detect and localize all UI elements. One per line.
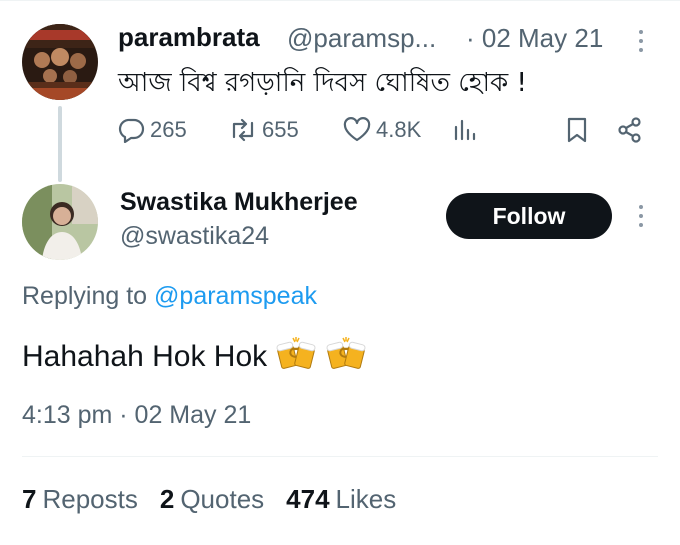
replying-to: Replying to @paramspeak bbox=[22, 282, 317, 311]
more-options-icon[interactable] bbox=[636, 30, 646, 60]
reply-author-name[interactable]: Swastika Mukherjee bbox=[120, 188, 358, 217]
quotes-stat[interactable]: 2 Quotes bbox=[160, 484, 264, 515]
top-divider bbox=[0, 0, 680, 1]
reposts-label: Reposts bbox=[42, 484, 138, 514]
reply-action[interactable]: 265 bbox=[118, 112, 187, 148]
parent-author-handle[interactable]: @paramsp... bbox=[287, 23, 436, 54]
reply-tweet-text: Hahahah Hok Hok bbox=[22, 340, 268, 373]
bookmark-action[interactable] bbox=[565, 112, 589, 148]
thread-connector bbox=[58, 106, 62, 182]
views-action[interactable] bbox=[452, 112, 478, 148]
likes-count: 474 bbox=[286, 484, 330, 514]
reply-avatar[interactable] bbox=[22, 184, 98, 260]
repost-icon bbox=[228, 117, 258, 143]
follow-button[interactable]: Follow bbox=[446, 193, 612, 239]
reposts-count: 7 bbox=[22, 484, 37, 514]
like-action[interactable]: 4.8K bbox=[342, 112, 421, 148]
reply-count: 265 bbox=[150, 117, 187, 142]
quotes-label: Quotes bbox=[180, 484, 265, 514]
reply-icon bbox=[118, 117, 146, 143]
reply-timestamp[interactable]: 4:13 pm · 02 May 21 bbox=[22, 401, 251, 430]
share-icon bbox=[616, 116, 644, 144]
reply-more-options-icon[interactable] bbox=[636, 205, 646, 235]
parent-avatar[interactable] bbox=[22, 24, 98, 100]
bookmark-icon bbox=[565, 116, 589, 144]
like-count: 4.8K bbox=[376, 117, 422, 142]
engagement-stats: 7 Reposts 2 Quotes 474 Likes bbox=[22, 484, 418, 515]
reposts-stat[interactable]: 7 Reposts bbox=[22, 484, 138, 515]
beer-mugs-icon bbox=[275, 335, 317, 379]
replying-handle-link[interactable]: @paramspeak bbox=[154, 282, 317, 310]
reply-tweet-body: Hahahah Hok Hok bbox=[22, 335, 367, 379]
parent-author-name[interactable]: parambrata bbox=[118, 22, 260, 53]
parent-date[interactable]: · 02 May 21 bbox=[466, 23, 603, 54]
heart-icon bbox=[342, 117, 372, 143]
repost-count: 655 bbox=[262, 117, 299, 142]
views-icon bbox=[452, 117, 478, 143]
share-action[interactable] bbox=[616, 112, 644, 148]
parent-tweet-text: আজ বিশ্ব রগড়ানি দিবস ঘোষিত হোক ! bbox=[118, 68, 527, 98]
likes-label: Likes bbox=[335, 484, 397, 514]
replying-prefix: Replying to bbox=[22, 282, 148, 310]
reply-author-handle[interactable]: @swastika24 bbox=[120, 222, 269, 251]
repost-action[interactable]: 655 bbox=[228, 112, 299, 148]
stats-divider bbox=[22, 456, 658, 457]
beer-mugs-icon bbox=[325, 335, 367, 379]
likes-stat[interactable]: 474 Likes bbox=[286, 484, 396, 515]
quotes-count: 2 bbox=[159, 484, 175, 514]
